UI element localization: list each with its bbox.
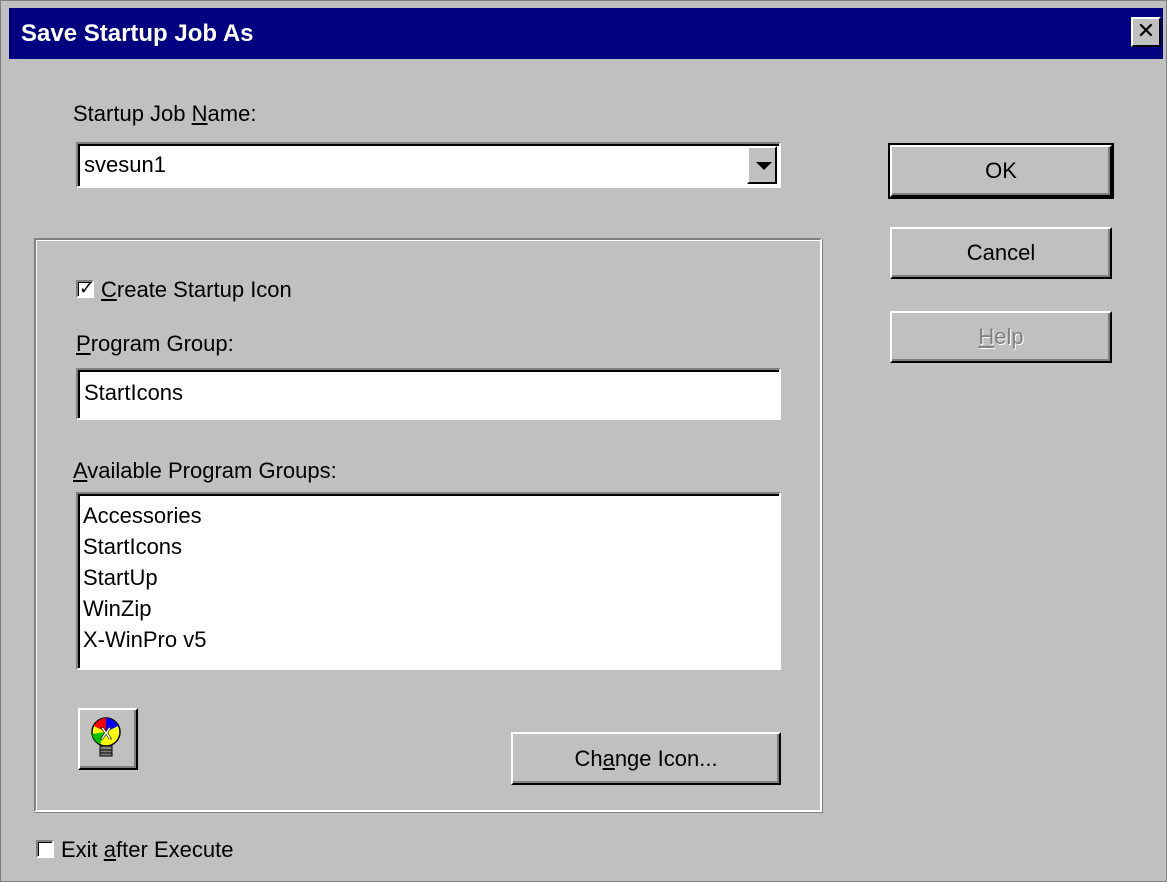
cancel-button[interactable]: Cancel: [890, 227, 1112, 279]
job-name-label: Startup Job Name:: [73, 101, 257, 126]
ok-button[interactable]: OK: [888, 143, 1114, 199]
save-startup-job-dialog: Save Startup Job As ✕ Startup Job Name: …: [0, 0, 1167, 882]
list-item[interactable]: WinZip: [78, 593, 779, 624]
dialog-title: Save Startup Job As: [21, 20, 254, 47]
checkmark-icon: ✓: [79, 278, 95, 298]
title-bar: Save Startup Job As ✕: [9, 8, 1163, 59]
available-groups-listbox[interactable]: Accessories StartIcons StartUp WinZip X-WinP…: [76, 492, 781, 670]
change-icon-button[interactable]: Change Icon...: [511, 732, 781, 785]
exit-after-execute-checkbox[interactable]: [36, 840, 54, 858]
x-win-lightbulb-icon: X: [91, 717, 121, 757]
job-name-combobox[interactable]: svesun1: [76, 142, 781, 188]
list-item[interactable]: StartIcons: [78, 531, 779, 562]
program-group-value[interactable]: StartIcons: [84, 380, 183, 406]
create-startup-icon-checkbox[interactable]: ✓: [76, 278, 95, 298]
create-startup-icon-label[interactable]: Create Startup Icon: [101, 277, 292, 303]
program-group-input[interactable]: StartIcons: [76, 368, 781, 420]
list-item[interactable]: X-WinPro v5: [78, 624, 779, 655]
icon-preview-button[interactable]: X: [78, 708, 138, 770]
icon-letter: X: [100, 724, 112, 743]
help-button[interactable]: Help: [890, 311, 1112, 363]
list-item[interactable]: StartUp: [78, 562, 779, 593]
exit-after-execute-label[interactable]: Exit after Execute: [61, 837, 233, 863]
job-name-value[interactable]: svesun1: [84, 152, 166, 178]
available-groups-label: Available Program Groups:: [73, 458, 337, 483]
program-group-label: Program Group:: [76, 331, 234, 356]
chevron-down-icon[interactable]: [747, 146, 777, 184]
close-icon: ✕: [1136, 18, 1156, 43]
close-button[interactable]: ✕: [1131, 17, 1161, 47]
list-item[interactable]: Accessories: [78, 500, 779, 531]
